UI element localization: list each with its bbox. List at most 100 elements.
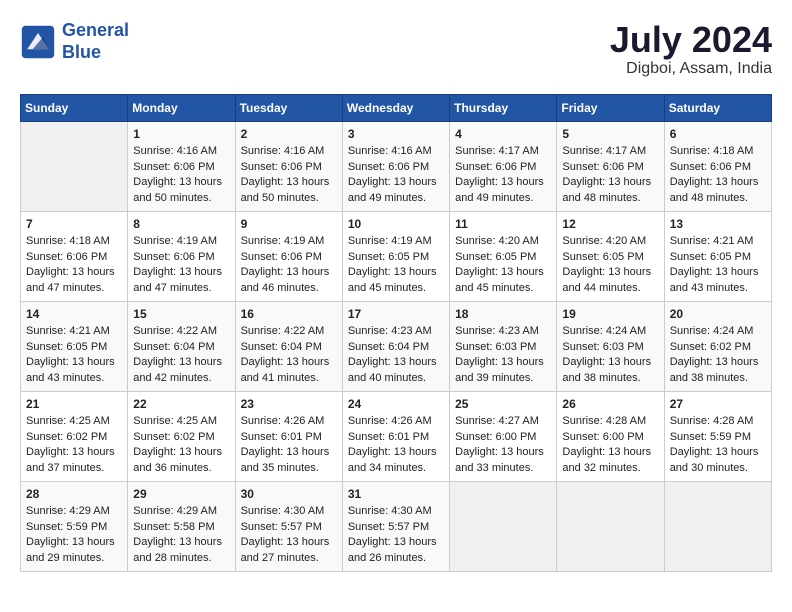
daylight-label: Daylight: 13 hours and 50 minutes. bbox=[133, 176, 222, 203]
sunset-label: Sunset: 6:05 PM bbox=[26, 341, 107, 353]
sunrise-label: Sunrise: 4:18 AM bbox=[26, 235, 110, 247]
day-number: 30 bbox=[241, 486, 337, 503]
sunrise-label: Sunrise: 4:28 AM bbox=[670, 415, 754, 427]
sunrise-label: Sunrise: 4:29 AM bbox=[133, 505, 217, 517]
day-number: 7 bbox=[26, 216, 122, 233]
week-row-2: 7 Sunrise: 4:18 AM Sunset: 6:06 PM Daylight… bbox=[21, 211, 772, 301]
sunset-label: Sunset: 6:01 PM bbox=[348, 431, 429, 443]
day-number: 26 bbox=[562, 396, 658, 413]
daylight-label: Daylight: 13 hours and 35 minutes. bbox=[241, 446, 330, 473]
week-row-3: 14Sunrise: 4:21 AMSunset: 6:05 PMDayligh… bbox=[21, 301, 772, 391]
sunset-label: Sunset: 6:05 PM bbox=[670, 251, 751, 263]
sunset-label: Sunset: 6:06 PM bbox=[562, 161, 643, 173]
calendar-cell: 14Sunrise: 4:21 AMSunset: 6:05 PMDayligh… bbox=[21, 301, 128, 391]
calendar-cell: 10Sunrise: 4:19 AMSunset: 6:05 PMDayligh… bbox=[342, 211, 449, 301]
daylight-label: Daylight: 13 hours and 48 minutes. bbox=[562, 176, 651, 203]
sunrise-label: Sunrise: 4:22 AM bbox=[241, 325, 325, 337]
calendar-cell: 6Sunrise: 4:18 AMSunset: 6:06 PMDaylight… bbox=[664, 121, 771, 211]
calendar-cell bbox=[450, 481, 557, 571]
header-row: SundayMondayTuesdayWednesdayThursdayFrid… bbox=[21, 94, 772, 121]
sunset-label: Sunset: 6:03 PM bbox=[562, 341, 643, 353]
calendar-cell bbox=[664, 481, 771, 571]
sunset-label: Sunset: 6:06 PM bbox=[26, 251, 107, 263]
sunrise-label: Sunrise: 4:25 AM bbox=[26, 415, 110, 427]
sunset-label: Sunset: 6:06 PM bbox=[241, 161, 322, 173]
daylight-label: Daylight: 13 hours and 47 minutes. bbox=[133, 266, 222, 293]
calendar-cell: 4Sunrise: 4:17 AMSunset: 6:06 PMDaylight… bbox=[450, 121, 557, 211]
day-number: 15 bbox=[133, 306, 229, 323]
sunrise-label: Sunrise: 4:29 AM bbox=[26, 505, 110, 517]
sunset-label: Sunset: 6:02 PM bbox=[26, 431, 107, 443]
calendar-cell: 17Sunrise: 4:23 AMSunset: 6:04 PMDayligh… bbox=[342, 301, 449, 391]
title-block: July 2024 Digboi, Assam, India bbox=[610, 20, 772, 78]
sunrise-label: Sunrise: 4:30 AM bbox=[241, 505, 325, 517]
calendar-cell: 8Sunrise: 4:19 AMSunset: 6:06 PMDaylight… bbox=[128, 211, 235, 301]
calendar-cell: 12 Sunrise: 4:20 AM Sunset: 6:05 PM Dayligh… bbox=[557, 211, 664, 301]
calendar-table: SundayMondayTuesdayWednesdayThursdayFrid… bbox=[20, 94, 772, 572]
calendar-cell: 27Sunrise: 4:28 AMSunset: 5:59 PMDayligh… bbox=[664, 391, 771, 481]
sunset-label: Sunset: 6:01 PM bbox=[241, 431, 322, 443]
day-number: 12 bbox=[562, 216, 658, 233]
calendar-cell: 21Sunrise: 4:25 AMSunset: 6:02 PMDayligh… bbox=[21, 391, 128, 481]
day-number: 4 bbox=[455, 126, 551, 143]
calendar-body: 1Sunrise: 4:16 AMSunset: 6:06 PMDaylight… bbox=[21, 121, 772, 571]
calendar-cell: 25Sunrise: 4:27 AMSunset: 6:00 PMDayligh… bbox=[450, 391, 557, 481]
daylight-label: Daylight: 13 hours and 30 minutes. bbox=[670, 446, 759, 473]
sunset-label: Sunset: 6:04 PM bbox=[133, 341, 214, 353]
calendar-cell: 11Sunrise: 4:20 AMSunset: 6:05 PMDayligh… bbox=[450, 211, 557, 301]
day-number: 9 bbox=[241, 216, 337, 233]
sunrise-label: Sunrise: 4:18 AM bbox=[670, 145, 754, 157]
sunrise-label: Sunrise: 4:19 AM bbox=[133, 235, 217, 247]
day-number: 31 bbox=[348, 486, 444, 503]
calendar-cell bbox=[557, 481, 664, 571]
weekday-header-wednesday: Wednesday bbox=[342, 94, 449, 121]
weekday-header-sunday: Sunday bbox=[21, 94, 128, 121]
day-number: 17 bbox=[348, 306, 444, 323]
sunrise-label: Sunrise: 4:20 AM bbox=[562, 235, 646, 247]
daylight-label: Daylight: 13 hours and 47 minutes. bbox=[26, 266, 115, 293]
sunset-label: Sunset: 6:06 PM bbox=[133, 161, 214, 173]
daylight-label: Daylight: 13 hours and 43 minutes. bbox=[26, 356, 115, 383]
logo: General Blue bbox=[20, 20, 129, 63]
sunset-label: Sunset: 6:05 PM bbox=[562, 251, 643, 263]
sunset-label: Sunset: 6:03 PM bbox=[455, 341, 536, 353]
daylight-label: Daylight: 13 hours and 42 minutes. bbox=[133, 356, 222, 383]
sunset-label: Sunset: 6:05 PM bbox=[348, 251, 429, 263]
day-number: 20 bbox=[670, 306, 766, 323]
daylight-label: Daylight: 13 hours and 49 minutes. bbox=[455, 176, 544, 203]
sunrise-label: Sunrise: 4:26 AM bbox=[348, 415, 432, 427]
daylight-label: Daylight: 13 hours and 44 minutes. bbox=[562, 266, 651, 293]
sunset-label: Sunset: 6:04 PM bbox=[348, 341, 429, 353]
daylight-label: Daylight: 13 hours and 27 minutes. bbox=[241, 536, 330, 563]
daylight-label: Daylight: 13 hours and 34 minutes. bbox=[348, 446, 437, 473]
week-row-4: 21 Sunrise: 4:25 AM Sunset: 6:02 PM Dayligh… bbox=[21, 391, 772, 481]
sunset-label: Sunset: 5:58 PM bbox=[133, 521, 214, 533]
sunrise-label: Sunrise: 4:25 AM bbox=[133, 415, 217, 427]
logo-blue: Blue bbox=[62, 42, 101, 62]
weekday-header-thursday: Thursday bbox=[450, 94, 557, 121]
day-number: 8 bbox=[133, 216, 229, 233]
daylight-label: Daylight: 13 hours and 36 minutes. bbox=[133, 446, 222, 473]
day-number: 13 bbox=[670, 216, 766, 233]
sunrise-label: Sunrise: 4:27 AM bbox=[455, 415, 539, 427]
day-number: 18 bbox=[455, 306, 551, 323]
logo-general: General bbox=[62, 20, 129, 40]
day-number: 28 bbox=[26, 486, 122, 503]
calendar-cell: 19Sunrise: 4:24 AMSunset: 6:03 PMDayligh… bbox=[557, 301, 664, 391]
calendar-cell: 20Sunrise: 4:24 AMSunset: 6:02 PMDayligh… bbox=[664, 301, 771, 391]
sunrise-label: Sunrise: 4:17 AM bbox=[562, 145, 646, 157]
sunset-label: Sunset: 6:06 PM bbox=[670, 161, 751, 173]
sunrise-label: Sunrise: 4:30 AM bbox=[348, 505, 432, 517]
sunrise-label: Sunrise: 4:24 AM bbox=[562, 325, 646, 337]
page-header: General Blue July 2024 Digboi, Assam, In… bbox=[20, 20, 772, 78]
sunset-label: Sunset: 6:02 PM bbox=[670, 341, 751, 353]
day-number: 21 bbox=[26, 396, 122, 413]
calendar-cell: 13Sunrise: 4:21 AMSunset: 6:05 PMDayligh… bbox=[664, 211, 771, 301]
sunset-label: Sunset: 6:00 PM bbox=[562, 431, 643, 443]
calendar-cell: 2Sunrise: 4:16 AMSunset: 6:06 PMDaylight… bbox=[235, 121, 342, 211]
calendar-cell: 22Sunrise: 4:25 AMSunset: 6:02 PMDayligh… bbox=[128, 391, 235, 481]
daylight-label: Daylight: 13 hours and 29 minutes. bbox=[26, 536, 115, 563]
day-number: 5 bbox=[562, 126, 658, 143]
day-number: 3 bbox=[348, 126, 444, 143]
day-number: 16 bbox=[241, 306, 337, 323]
